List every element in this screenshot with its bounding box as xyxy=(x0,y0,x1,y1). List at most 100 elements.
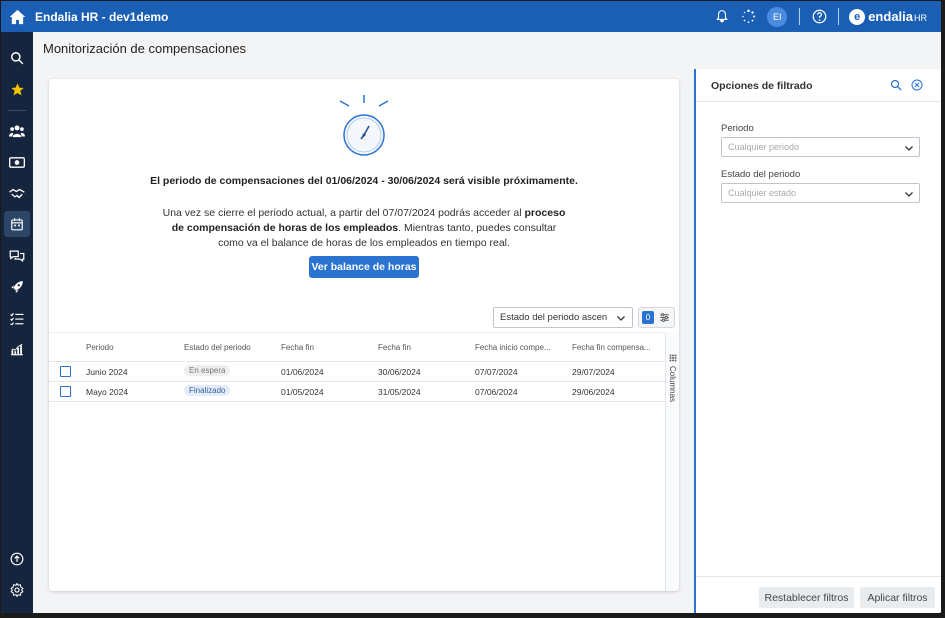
divider xyxy=(799,8,801,25)
chevron-down-icon xyxy=(905,192,913,197)
cell-date: 30/06/2024 xyxy=(378,367,421,377)
grip-icon xyxy=(669,354,677,362)
chevron-down-icon xyxy=(617,316,625,321)
columns-panel-toggle[interactable]: Columnas xyxy=(665,332,679,591)
spinner-icon xyxy=(741,9,755,23)
clock-illustration xyxy=(339,95,389,156)
upload-icon xyxy=(10,552,24,566)
sidebar-item-people[interactable] xyxy=(4,118,30,144)
money-icon xyxy=(9,156,25,168)
apply-filters-button[interactable]: Aplicar filtros xyxy=(860,587,935,608)
status-badge: En espera xyxy=(184,365,231,376)
handshake-icon xyxy=(9,188,25,198)
compensations-table: Periodo Estado del periodo Fecha fin Fec… xyxy=(49,332,665,402)
notice-title: El periodo de compensaciones del 01/06/2… xyxy=(150,175,578,187)
home-icon xyxy=(9,9,25,24)
cell-date: 29/06/2024 xyxy=(572,387,615,397)
row-checkbox[interactable] xyxy=(60,386,71,397)
cell-date: 01/06/2024 xyxy=(281,367,324,377)
brand-logo: e endalia HR xyxy=(849,8,927,25)
sliders-icon xyxy=(660,313,669,322)
help-icon xyxy=(812,9,827,24)
cell-date: 01/05/2024 xyxy=(281,387,324,397)
filter-panel-title: Opciones de filtrado xyxy=(711,80,813,92)
periodo-select[interactable]: Cualquier periodo xyxy=(721,137,920,157)
notice-body-text: Una vez se cierre el periodo actual, a p… xyxy=(162,207,522,219)
sidebar-item-onboarding[interactable] xyxy=(4,274,30,300)
sidebar-item-upload[interactable] xyxy=(4,546,30,572)
settings-icon xyxy=(10,583,24,597)
estado-label: Estado del periodo xyxy=(721,169,801,180)
search-icon[interactable] xyxy=(890,79,902,91)
filter-panel-header: Opciones de filtrado xyxy=(696,69,941,102)
sidebar-item-tasks[interactable] xyxy=(4,305,30,331)
row-checkbox[interactable] xyxy=(60,366,71,377)
filter-panel: Opciones de filtrado Periodo Cualquier p… xyxy=(694,69,941,613)
cell-periodo: Mayo 2024 xyxy=(86,387,129,397)
sidebar-item-analytics[interactable] xyxy=(4,336,30,362)
view-hours-balance-button[interactable]: Ver balance de horas xyxy=(309,256,419,278)
sidebar-item-communication[interactable] xyxy=(4,243,30,269)
loading-button[interactable] xyxy=(735,1,761,32)
people-icon xyxy=(9,125,25,138)
close-icon[interactable] xyxy=(911,79,923,91)
app-window: Endalia HR - dev1demo EI e endalia HR Mo… xyxy=(1,1,941,613)
column-header[interactable]: Fecha inicio compe... xyxy=(475,343,565,352)
app-title: Endalia HR - dev1demo xyxy=(35,9,169,24)
table-row[interactable]: Junio 2024 En espera 01/06/2024 30/06/20… xyxy=(49,362,665,382)
estado-select-placeholder: Cualquier estado xyxy=(728,188,797,198)
sort-select[interactable]: Estado del periodo ascen xyxy=(493,307,633,328)
search-icon xyxy=(11,52,24,65)
rocket-icon xyxy=(11,281,23,293)
avatar[interactable]: EI xyxy=(767,6,788,27)
sort-select-value: Estado del periodo ascen xyxy=(500,312,608,323)
column-header[interactable]: Fecha fin compensa... xyxy=(572,343,662,352)
sidebar-item-favorites[interactable] xyxy=(4,76,30,102)
cell-periodo: Junio 2024 xyxy=(86,367,128,377)
filters-toggle-button[interactable]: 0 xyxy=(638,307,675,328)
reset-filters-button[interactable]: Restablecer filtros xyxy=(759,587,854,608)
sidebar xyxy=(1,32,33,613)
brand-mark: e xyxy=(849,8,866,25)
notifications-button[interactable] xyxy=(709,1,735,32)
sidebar-item-agreements[interactable] xyxy=(4,180,30,206)
estado-select[interactable]: Cualquier estado xyxy=(721,183,920,203)
column-header[interactable]: Fecha fin xyxy=(281,343,371,352)
column-header[interactable]: Periodo xyxy=(86,343,176,352)
filter-panel-footer: Restablecer filtros Aplicar filtros xyxy=(696,576,941,613)
star-icon xyxy=(10,82,24,95)
calendar-icon xyxy=(11,218,23,231)
chevron-down-icon xyxy=(905,146,913,151)
column-header[interactable]: Estado del periodo xyxy=(184,343,274,352)
bell-icon xyxy=(716,10,728,23)
brand-suffix: HR xyxy=(914,12,927,23)
table-row[interactable]: Mayo 2024 Finalizado 01/05/2024 31/05/20… xyxy=(49,382,665,402)
brand-name: endalia xyxy=(868,9,913,24)
notice-body: Una vez se cierre el periodo actual, a p… xyxy=(159,206,569,251)
periodo-select-placeholder: Cualquier periodo xyxy=(728,142,800,152)
sidebar-item-time[interactable] xyxy=(4,211,30,237)
cell-date: 07/06/2024 xyxy=(475,387,518,397)
checklist-icon xyxy=(10,312,24,325)
filter-count-badge: 0 xyxy=(642,311,654,324)
columns-label: Columnas xyxy=(668,366,677,403)
top-bar: Endalia HR - dev1demo EI e endalia HR xyxy=(1,1,941,32)
sidebar-item-settings[interactable] xyxy=(4,577,30,603)
cell-date: 29/07/2024 xyxy=(572,367,615,377)
cell-date: 31/05/2024 xyxy=(378,387,421,397)
chat-icon xyxy=(9,250,25,263)
sidebar-divider xyxy=(8,110,26,111)
help-button[interactable] xyxy=(806,1,832,32)
sidebar-item-payroll[interactable] xyxy=(4,149,30,175)
cell-date: 07/07/2024 xyxy=(475,367,518,377)
status-badge: Finalizado xyxy=(184,385,231,396)
column-header[interactable]: Fecha fin xyxy=(378,343,468,352)
home-button[interactable] xyxy=(1,1,33,32)
table-header: Periodo Estado del periodo Fecha fin Fec… xyxy=(49,332,665,362)
chart-icon xyxy=(11,343,23,355)
divider xyxy=(838,8,840,25)
periodo-label: Periodo xyxy=(721,123,754,134)
main-card: El periodo de compensaciones del 01/06/2… xyxy=(49,79,679,591)
sidebar-item-search[interactable] xyxy=(4,45,30,71)
page-title: Monitorización de compensaciones xyxy=(43,41,247,56)
